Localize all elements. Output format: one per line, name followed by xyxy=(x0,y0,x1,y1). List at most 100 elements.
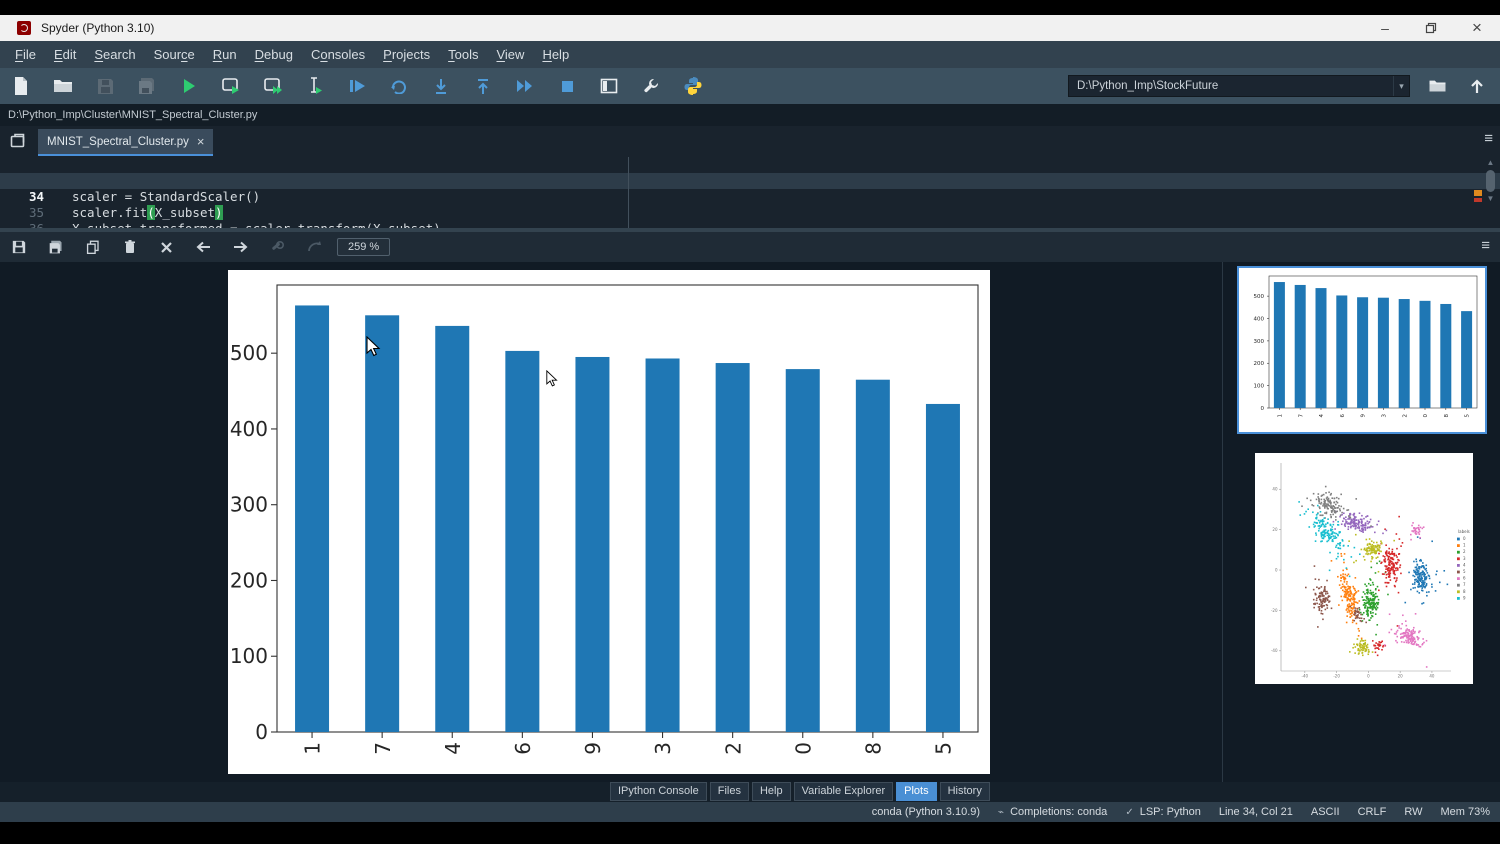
previous-arrow-icon xyxy=(196,241,211,253)
code-line-36: 36 print(X_subset_transformed.shape) xyxy=(0,205,1500,221)
tab-help[interactable]: Help xyxy=(752,782,791,801)
working-directory-combo[interactable]: D:\Python_Imp\StockFuture ▾ xyxy=(1068,75,1410,97)
tab-files[interactable]: Files xyxy=(710,782,749,801)
editor-scrollbar[interactable]: ▲ ▼ xyxy=(1484,159,1497,225)
copy-icon xyxy=(86,240,100,255)
copy-plot-button[interactable] xyxy=(74,234,111,260)
screen: Spyder (Python 3.10) – × File Edit Searc… xyxy=(0,0,1500,844)
tab-variable-explorer[interactable]: Variable Explorer xyxy=(794,782,894,801)
step-into-icon xyxy=(434,78,448,95)
svg-text:2: 2 xyxy=(721,742,745,755)
next-plot-button[interactable] xyxy=(222,234,259,260)
svg-text:9: 9 xyxy=(1463,595,1466,600)
spyder-logo-icon xyxy=(17,21,31,35)
scroll-down-icon[interactable]: ▼ xyxy=(1484,195,1497,203)
svg-text:1: 1 xyxy=(1277,414,1283,418)
step-return-button[interactable] xyxy=(462,71,504,101)
menu-help[interactable]: Help xyxy=(533,43,578,66)
menu-projects[interactable]: Projects xyxy=(374,43,439,66)
continue-button[interactable] xyxy=(504,71,546,101)
svg-text:9: 9 xyxy=(1361,414,1367,418)
stop-button[interactable] xyxy=(546,71,588,101)
file-path-bar: D:\Python_Imp\Cluster\MNIST_Spectral_Clu… xyxy=(0,104,1500,126)
parent-directory-button[interactable] xyxy=(1462,71,1492,101)
plot-thumbnail-scatter[interactable]: -40-2002040-40-2002040labels0123456789 xyxy=(1255,453,1473,684)
restore-button[interactable] xyxy=(1408,15,1454,41)
menubar: File Edit Search Source Run Debug Consol… xyxy=(0,41,1500,68)
svg-text:0: 0 xyxy=(1463,536,1466,541)
previous-plot-button[interactable] xyxy=(185,234,222,260)
svg-text:-20: -20 xyxy=(1333,674,1340,679)
svg-text:500: 500 xyxy=(230,341,268,365)
menu-file[interactable]: File xyxy=(6,43,45,66)
save-button[interactable] xyxy=(84,71,126,101)
svg-text:0: 0 xyxy=(255,720,268,744)
step-into-button[interactable] xyxy=(420,71,462,101)
working-directory-value: D:\Python_Imp\StockFuture xyxy=(1069,80,1393,92)
status-cursor-position: Line 34, Col 21 xyxy=(1219,806,1293,818)
open-file-button[interactable] xyxy=(42,71,84,101)
run-cell-button[interactable] xyxy=(210,71,252,101)
close-button[interactable]: × xyxy=(1454,15,1500,41)
svg-text:4: 4 xyxy=(1463,562,1466,567)
tab-ipython-console[interactable]: IPython Console xyxy=(610,782,707,801)
menu-view[interactable]: View xyxy=(487,43,533,66)
preferences-button[interactable] xyxy=(630,71,672,101)
menu-tools[interactable]: Tools xyxy=(439,43,487,66)
svg-text:400: 400 xyxy=(1254,316,1265,322)
save-plot-button[interactable] xyxy=(0,234,37,260)
run-selection-icon xyxy=(306,77,324,95)
run-cell-advance-button[interactable] xyxy=(252,71,294,101)
svg-text:5: 5 xyxy=(1465,414,1471,418)
svg-text:7: 7 xyxy=(1298,414,1304,418)
scroll-up-icon[interactable]: ▲ xyxy=(1484,159,1497,167)
svg-text:-40: -40 xyxy=(1302,674,1309,679)
status-memory: Mem 73% xyxy=(1440,806,1490,818)
save-plot-icon xyxy=(12,240,26,254)
combo-dropdown-icon[interactable]: ▾ xyxy=(1393,76,1409,96)
status-conda-env[interactable]: conda (Python 3.10.9) xyxy=(872,806,980,818)
minimize-button[interactable]: – xyxy=(1362,15,1408,41)
main-plot-canvas[interactable]: 01002003004005001746932085 xyxy=(228,270,990,774)
plots-options-menu[interactable]: ≡ xyxy=(1481,237,1490,254)
remove-all-plots-button[interactable] xyxy=(148,234,185,260)
new-file-button[interactable] xyxy=(0,71,42,101)
svg-text:0: 0 xyxy=(1261,406,1265,412)
browse-directory-button[interactable] xyxy=(1422,71,1452,101)
run-selection-button[interactable] xyxy=(294,71,336,101)
pythonpath-manager-button[interactable] xyxy=(672,71,714,101)
menu-consoles[interactable]: Consoles xyxy=(302,43,374,66)
menu-run[interactable]: Run xyxy=(204,43,246,66)
remove-plot-button[interactable] xyxy=(111,234,148,260)
open-folder-icon xyxy=(53,77,73,95)
editor-tab[interactable]: MNIST_Spectral_Cluster.py × xyxy=(38,129,213,156)
code-area[interactable]: 33 scaler = StandardScaler() 34 scaler.f… xyxy=(0,157,1500,229)
maximize-pane-button[interactable] xyxy=(588,71,630,101)
svg-text:3: 3 xyxy=(1463,556,1466,561)
svg-text:1: 1 xyxy=(301,742,325,755)
status-completions[interactable]: Completions: conda xyxy=(1010,806,1107,818)
menu-source[interactable]: Source xyxy=(145,43,204,66)
tab-close-icon[interactable]: × xyxy=(197,134,205,149)
debug-file-button[interactable] xyxy=(336,71,378,101)
status-eol: CRLF xyxy=(1358,806,1387,818)
menu-edit[interactable]: Edit xyxy=(45,43,85,66)
zoom-level-indicator: 259 % xyxy=(337,238,390,256)
tab-history[interactable]: History xyxy=(940,782,990,801)
run-file-button[interactable] xyxy=(168,71,210,101)
menu-debug[interactable]: Debug xyxy=(246,43,302,66)
scrollbar-thumb[interactable] xyxy=(1486,170,1495,192)
status-lsp[interactable]: LSP: Python xyxy=(1140,806,1201,818)
zoom-out-button[interactable] xyxy=(259,234,296,260)
save-all-plots-button[interactable] xyxy=(37,234,74,260)
svg-text:5: 5 xyxy=(1463,569,1466,574)
rerun-cells-button[interactable] xyxy=(378,71,420,101)
pane-tab-bar: IPython Console Files Help Variable Expl… xyxy=(0,782,1500,802)
editor-options-menu[interactable]: ≡ xyxy=(1484,130,1493,147)
save-all-button[interactable] xyxy=(126,71,168,101)
menu-search[interactable]: Search xyxy=(85,43,144,66)
tab-plots[interactable]: Plots xyxy=(896,782,936,801)
plot-thumbnail-selected[interactable]: 01002003004005001746932085 xyxy=(1237,266,1487,434)
browse-tabs-button[interactable] xyxy=(9,132,26,154)
zoom-in-button[interactable] xyxy=(296,234,333,260)
